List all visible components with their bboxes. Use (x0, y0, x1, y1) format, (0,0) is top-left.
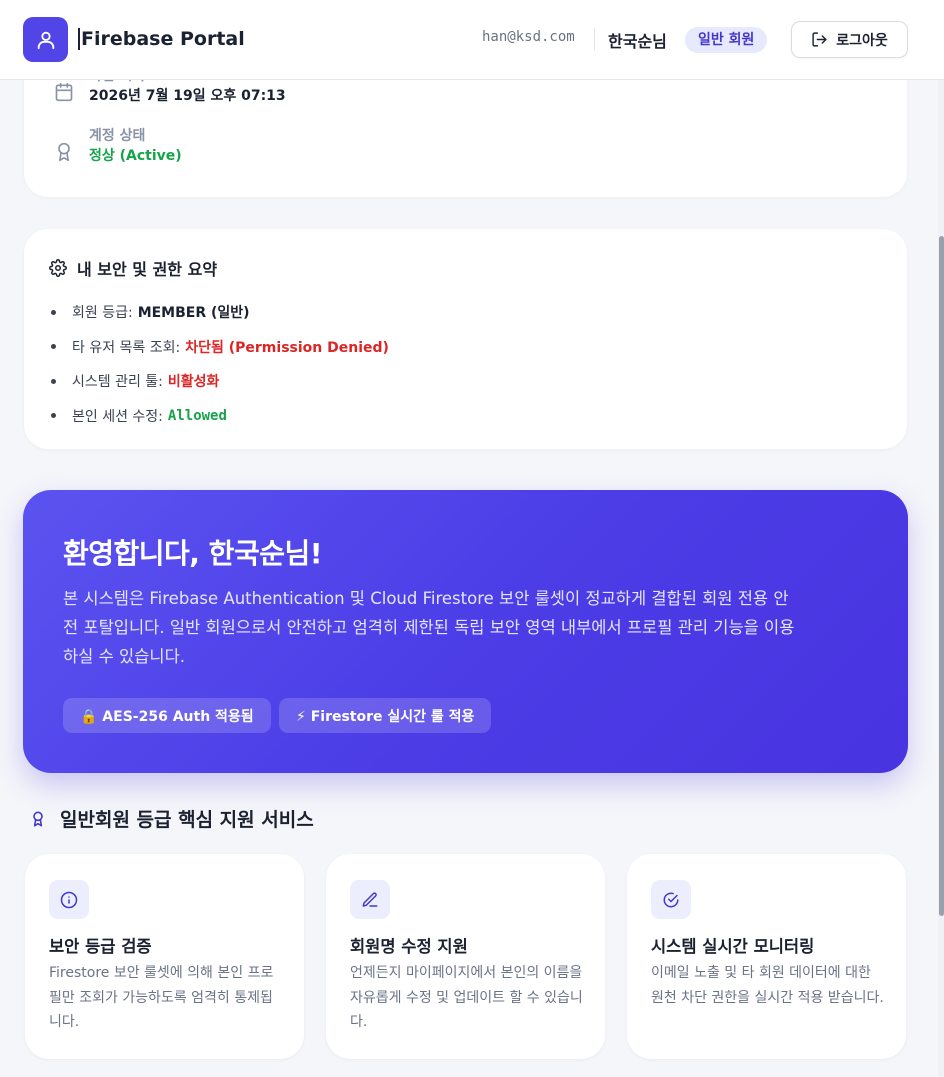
hero-description: 본 시스템은 Firebase Authentication 및 Cloud F… (63, 589, 795, 666)
perm-label: 타 유저 목록 조회: (72, 339, 181, 356)
logo (23, 17, 68, 62)
user-icon (37, 31, 54, 49)
status-row: 계정 상태 정상 (Active) (54, 126, 182, 166)
perm-value: 차단됨 (Permission Denied) (185, 339, 389, 356)
award-icon (33, 811, 43, 826)
gear-icon (49, 259, 67, 277)
perm-value: 비활성화 (167, 374, 220, 391)
service-description: 이메일 노출 및 타 회원 데이터에 대한 원천 차단 권한을 실시간 적용 받… (651, 965, 884, 1006)
security-summary-card: 내 보안 및 권한 요약 회원 등급: MEMBER (일반) 타 유저 목록 조… (24, 229, 907, 449)
security-summary-heading: 내 보안 및 권한 요약 (77, 260, 218, 279)
list-item: 시스템 관리 툴: 비활성화 (49, 364, 389, 399)
joined-value: 2026년 7월 19일 오후 07:13 (89, 88, 286, 104)
user-email: han@ksd.com (482, 29, 575, 45)
app-title: Firebase Portal (78, 28, 245, 50)
auth-chip: 🔒 AES-256 Auth 적용됨 (63, 698, 271, 733)
service-description: Firestore 보안 룰셋에 의해 본인 프로필만 조회가 가능하도록 엄격… (49, 965, 274, 1030)
list-item: 회원 등급: MEMBER (일반) (49, 295, 389, 330)
perm-label: 본인 세션 수정: (72, 408, 163, 425)
list-item: 본인 세션 수정: Allowed (49, 399, 389, 434)
status-value: 정상 (Active) (89, 148, 182, 164)
service-card: 시스템 실시간 모니터링 이메일 노출 및 타 회원 데이터에 대한 원천 차단… (627, 854, 906, 1059)
list-item: 타 유저 목록 조회: 차단됨 (Permission Denied) (49, 330, 389, 365)
hero-title: 환영합니다, 한국순님! (63, 537, 323, 570)
status-label: 계정 상태 (89, 128, 146, 144)
user-name: 한국순님 (608, 32, 667, 51)
service-card: 회원명 수정 지원 언제든지 마이페이지에서 본인의 이름을 자유롭게 수정 및… (326, 854, 605, 1059)
service-title: 시스템 실시간 모니터링 (651, 937, 815, 956)
service-title: 회원명 수정 지원 (350, 937, 468, 956)
service-card: 보안 등급 검증 Firestore 보안 룰셋에 의해 본인 프로필만 조회가… (25, 854, 304, 1059)
perm-label: 시스템 관리 툴: (72, 374, 163, 391)
welcome-hero: 환영합니다, 한국순님! 본 시스템은 Firebase Authenticat… (23, 490, 908, 773)
perm-label: 회원 등급: (72, 305, 133, 322)
top-header: Firebase Portal han@ksd.com 한국순님 일반 회원 로… (0, 0, 944, 80)
logout-icon (812, 32, 827, 47)
security-summary-title: 내 보안 및 권한 요약 (49, 256, 217, 280)
scrollbar-thumb[interactable] (939, 236, 944, 916)
role-badge: 일반 회원 (685, 27, 768, 53)
services-heading-text: 일반회원 등급 핵심 지원 서비스 (60, 809, 314, 831)
logout-button[interactable]: 로그아웃 (791, 21, 908, 58)
permission-list: 회원 등급: MEMBER (일반) 타 유저 목록 조회: 차단됨 (Permis… (49, 295, 389, 433)
service-title: 보안 등급 검증 (49, 937, 152, 956)
firestore-chip: ⚡ Firestore 실시간 룰 적용 (279, 698, 492, 733)
award-icon (58, 142, 70, 162)
service-description: 언제든지 마이페이지에서 본인의 이름을 자유롭게 수정 및 업데이트 할 수 … (350, 965, 583, 1030)
perm-value: MEMBER (일반) (137, 305, 250, 322)
divider (594, 28, 595, 50)
services-heading: 일반회원 등급 핵심 지원 서비스 (30, 805, 314, 832)
logout-label: 로그아웃 (836, 32, 888, 49)
info-icon (49, 880, 89, 919)
pencil-icon (350, 880, 390, 919)
perm-value: Allowed (167, 407, 227, 424)
calendar-icon (55, 82, 73, 102)
check-circle-icon (651, 880, 691, 919)
